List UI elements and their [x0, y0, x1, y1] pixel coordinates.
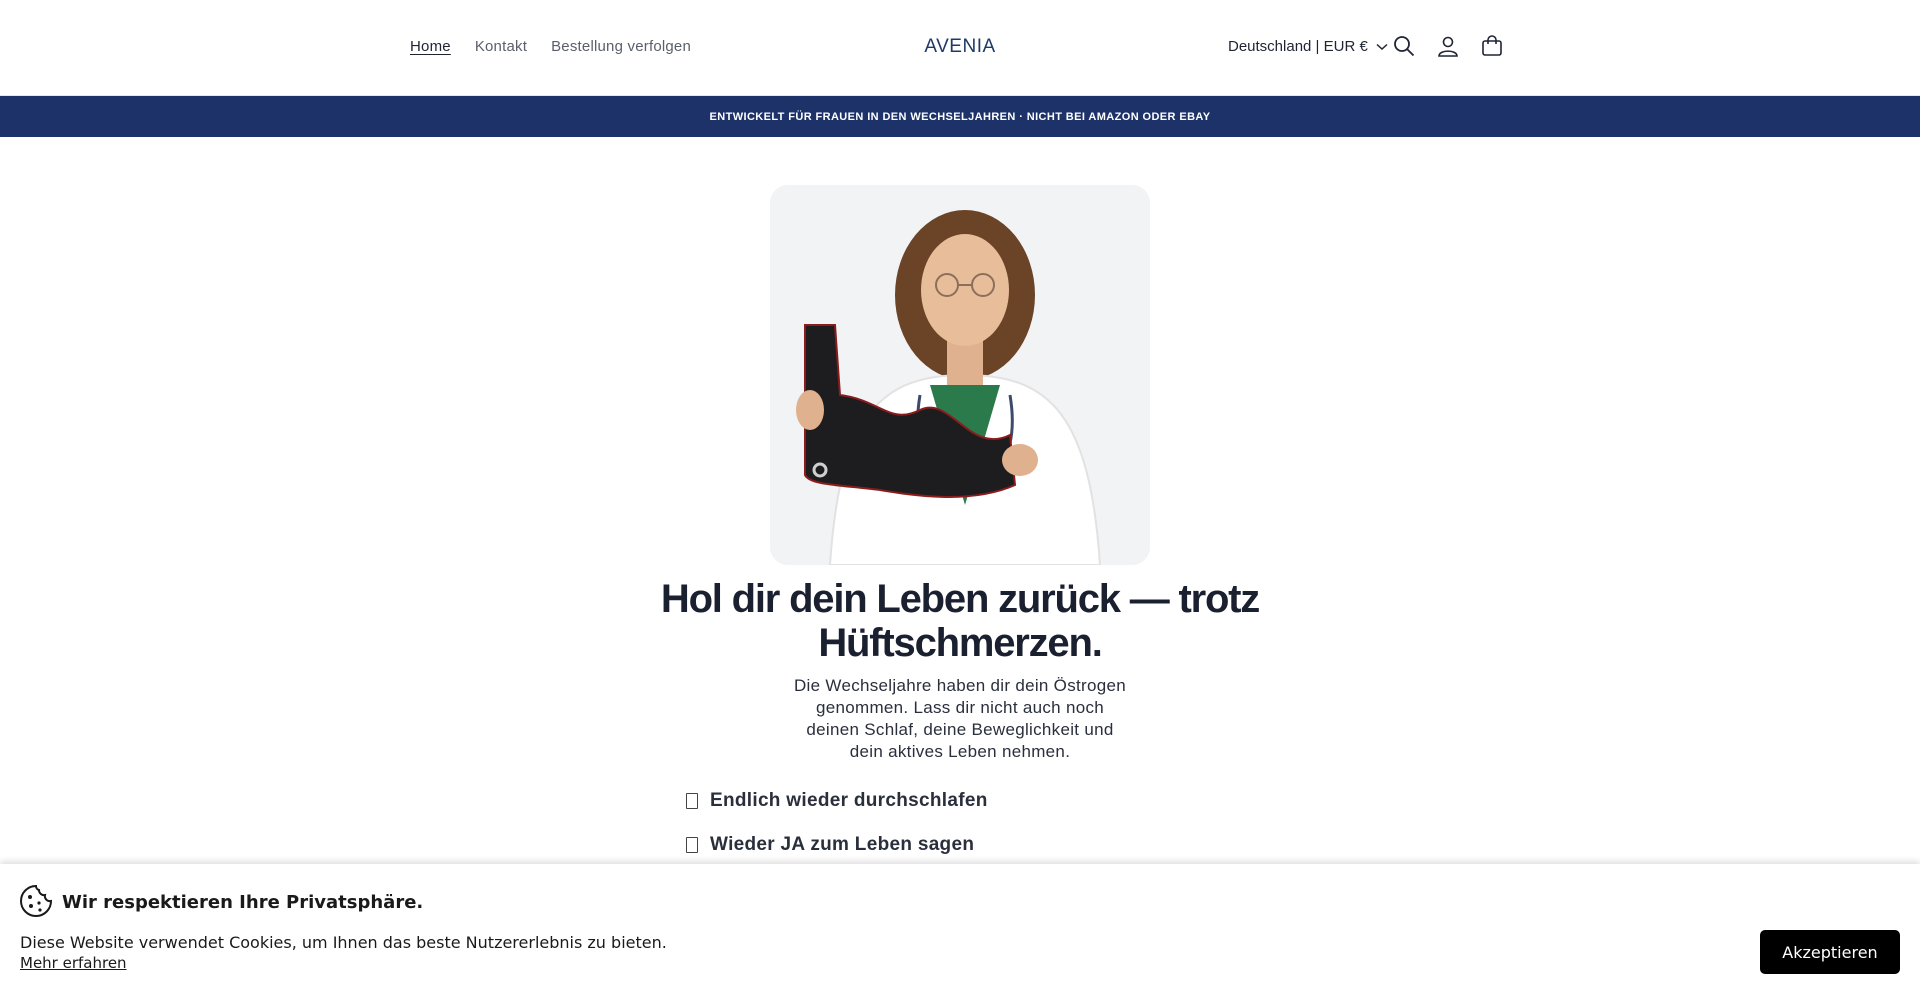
locale-selector[interactable]: Deutschland | EUR €: [1228, 38, 1388, 55]
benefit-list: Endlich wieder durchschlafen Wieder JA z…: [686, 779, 988, 867]
bullet-icon: [686, 837, 698, 853]
hero-subtext: Die Wechseljahre haben dir dein Östrogen…: [793, 676, 1127, 761]
chevron-down-icon: [1376, 38, 1388, 55]
cookie-title: Wir respektieren Ihre Privatsphäre.: [62, 892, 424, 913]
cart-icon[interactable]: [1479, 33, 1505, 59]
bullet-icon: [686, 793, 698, 809]
benefit-text: Endlich wieder durchschlafen: [710, 790, 988, 811]
benefit-item: Endlich wieder durchschlafen: [686, 779, 988, 823]
account-icon[interactable]: [1435, 33, 1461, 59]
hero-headline: Hol dir dein Leben zurück — trotz Hüftsc…: [0, 577, 1920, 665]
benefit-item: Wieder JA zum Leben sagen: [686, 823, 988, 867]
cookie-banner: [0, 864, 1920, 993]
locale-label: Deutschland | EUR €: [1228, 38, 1368, 55]
announcement-bar: ENTWICKELT FÜR FRAUEN IN DEN WECHSELJAHR…: [0, 96, 1920, 137]
hero-headline-line-1: Hol dir dein Leben zurück — trotz: [660, 577, 1260, 621]
site-logo[interactable]: AVENIA: [0, 36, 1920, 58]
benefit-text: Wieder JA zum Leben sagen: [710, 834, 975, 855]
site-header: Home Kontakt Bestellung verfolgen AVENIA…: [0, 0, 1920, 96]
search-icon[interactable]: [1391, 33, 1417, 59]
cookie-accept-button[interactable]: Akzeptieren: [1760, 930, 1900, 974]
hero-headline-line-2: Hüftschmerzen.: [818, 621, 1102, 665]
hero-image: [770, 185, 1150, 565]
cookie-icon: [19, 884, 53, 918]
cookie-learn-more-link[interactable]: Mehr erfahren: [20, 954, 127, 972]
cookie-text: Diese Website verwendet Cookies, um Ihne…: [20, 933, 667, 952]
